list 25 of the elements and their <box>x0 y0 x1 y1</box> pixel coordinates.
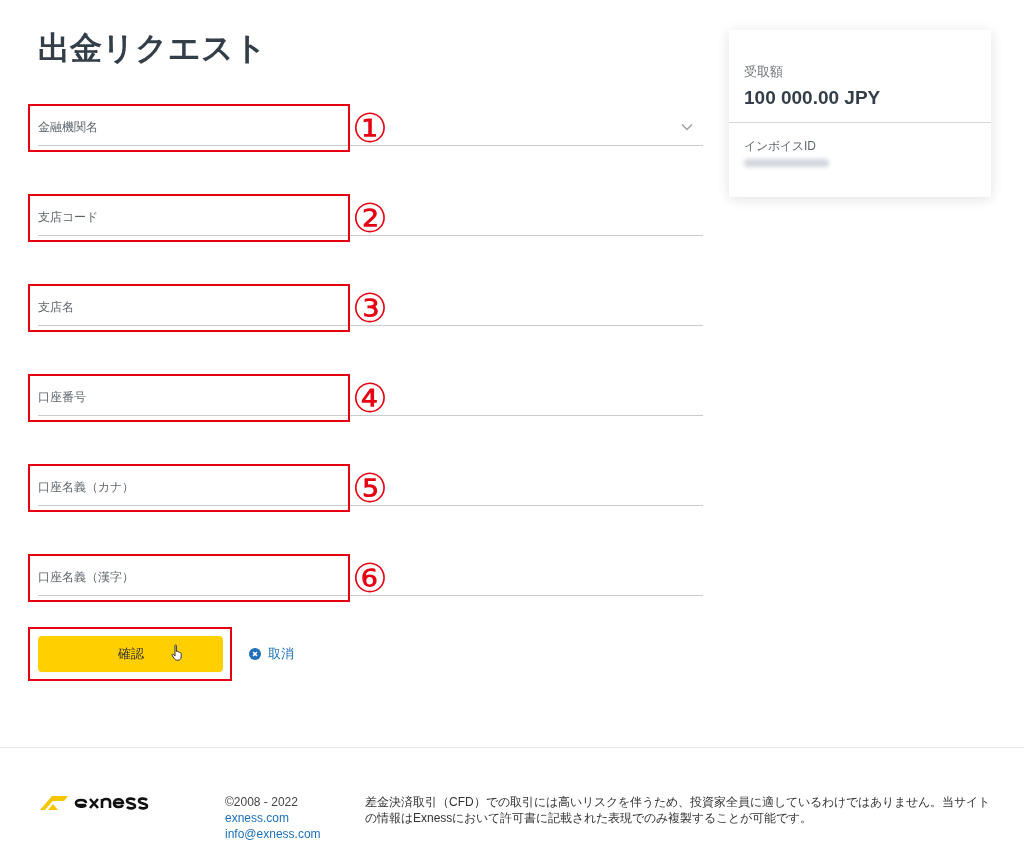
input-field[interactable]: 支店コード <box>38 198 348 235</box>
annotation-number: ② <box>352 194 388 242</box>
footer-link[interactable]: info@exness.com <box>225 826 321 842</box>
copyright-text: ©2008 - 2022 <box>225 794 299 810</box>
confirm-button[interactable]: 確認 <box>38 636 223 672</box>
amount-value: 100 000.00 JPY <box>744 85 882 110</box>
invoice-id-label: インボイスID <box>744 138 817 155</box>
disclaimer-text: 差金決済取引（CFD）での取引には高いリスクを伴うため、投資家全員に適しているわけではありません。当サイトの情報はExnessにおいて許可書に記載された表現でのみ複製することが可能です。 <box>365 794 991 827</box>
amount-label: 受取額 <box>744 63 784 81</box>
pointer-cursor-icon <box>171 644 184 661</box>
chevron-down-icon <box>681 123 693 131</box>
annotation-number: ⑤ <box>352 464 388 512</box>
annotation-number: ④ <box>352 374 388 422</box>
input-field[interactable]: 口座名義（カナ） <box>38 468 348 505</box>
page-title: 出金リクエスト <box>38 29 268 68</box>
annotation-number: ① <box>352 104 388 152</box>
bank-select[interactable]: 金融機関名 <box>38 108 348 145</box>
input-field[interactable]: 口座番号 <box>38 378 348 415</box>
input-field[interactable]: 支店名 <box>38 288 348 325</box>
annotation-number: ⑥ <box>352 554 388 602</box>
annotation-number: ③ <box>352 284 388 332</box>
cancel-link[interactable]: 取消 <box>249 644 294 664</box>
close-icon <box>249 648 261 660</box>
footer-link[interactable]: exness.com <box>225 810 290 826</box>
input-field[interactable]: 口座名義（漢字） <box>38 558 348 595</box>
